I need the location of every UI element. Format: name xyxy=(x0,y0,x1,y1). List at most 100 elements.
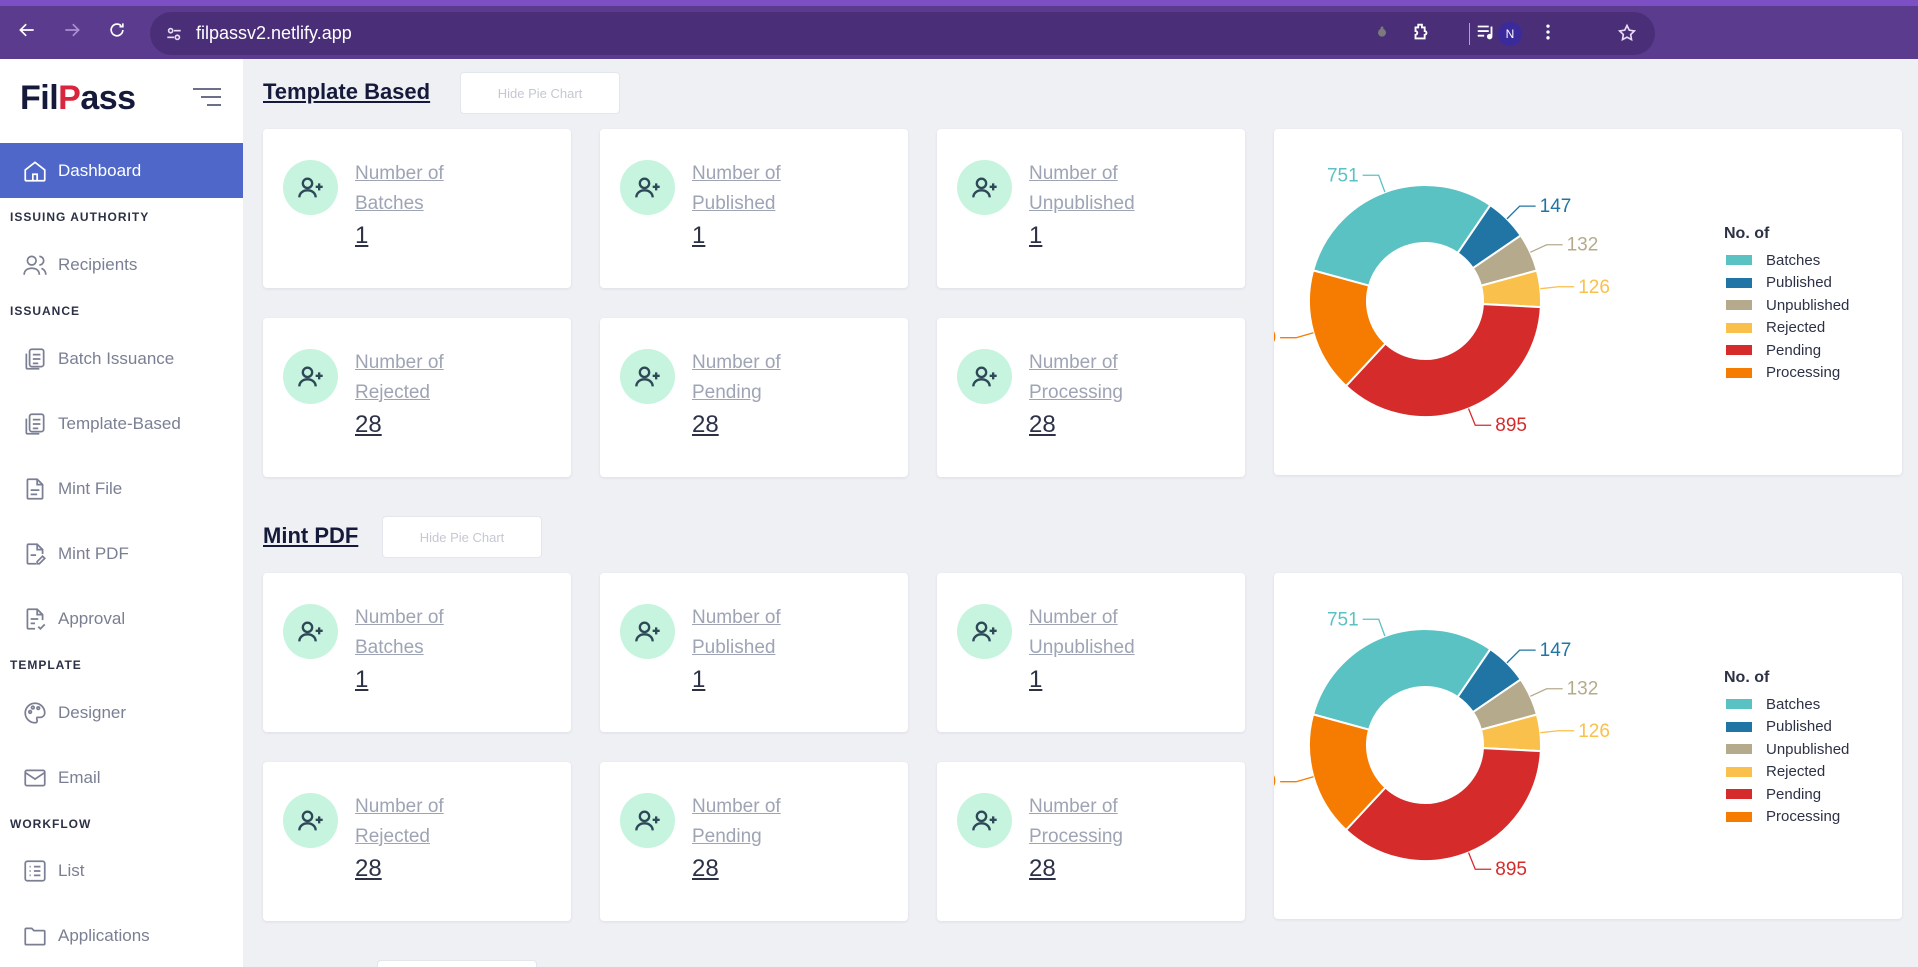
legend-item[interactable]: Unpublished xyxy=(1724,738,1849,761)
stat-value[interactable]: 1 xyxy=(355,666,368,694)
reload-icon[interactable] xyxy=(99,12,135,48)
legend-item[interactable]: Published xyxy=(1724,272,1849,295)
legend-item[interactable]: Published xyxy=(1724,716,1849,739)
stat-label[interactable]: Number of Pending xyxy=(692,348,892,408)
stat-label-line2: Processing xyxy=(1029,382,1123,403)
stat-value[interactable]: 1 xyxy=(1029,666,1042,694)
sidebar-item-label: List xyxy=(58,860,85,880)
bookmark-star-icon[interactable] xyxy=(1617,23,1637,43)
stat-card: Number of Pending 28 xyxy=(600,318,908,477)
section-label-template: TEMPLATE xyxy=(10,658,82,672)
hide-pie-chart-button[interactable]: Hide Pie Chart xyxy=(460,72,620,114)
stat-value[interactable]: 28 xyxy=(692,855,719,883)
hide-pie-chart-button-next[interactable] xyxy=(377,960,537,967)
stat-value[interactable]: 1 xyxy=(355,222,368,250)
user-plus-icon xyxy=(283,604,338,659)
stat-value[interactable]: 1 xyxy=(692,222,705,250)
stat-card: Number of Batches 1 xyxy=(263,573,571,732)
stat-value[interactable]: 28 xyxy=(355,411,382,439)
url-text[interactable]: filpassv2.netlify.app xyxy=(196,23,352,44)
pie-slice-batches[interactable] xyxy=(1311,628,1492,731)
more-menu-icon[interactable] xyxy=(1536,20,1560,44)
stat-label[interactable]: Number of Unpublished xyxy=(1029,159,1229,219)
stat-card: Number of Batches 1 xyxy=(263,129,571,288)
legend-title: No. of xyxy=(1724,669,1770,686)
stat-card: Number of Unpublished 1 xyxy=(937,129,1245,288)
stat-label[interactable]: Number of Published xyxy=(692,603,892,663)
legend-item[interactable]: Unpublished xyxy=(1724,294,1849,317)
sidebar-item-template-based[interactable]: Template-Based xyxy=(0,396,243,451)
stat-value[interactable]: 28 xyxy=(355,855,382,883)
pie-slice-pending[interactable] xyxy=(1344,303,1542,418)
data-label-pending: 895 xyxy=(1495,859,1527,880)
section-label-issuance: ISSUANCE xyxy=(10,304,81,318)
documents-icon xyxy=(25,412,45,435)
stat-label-line1: Number of xyxy=(355,163,444,184)
pie-slice-batches[interactable] xyxy=(1311,184,1492,287)
pie-slice-pending[interactable] xyxy=(1344,747,1542,862)
profile-avatar[interactable]: N xyxy=(1498,22,1522,46)
stat-value[interactable]: 28 xyxy=(1029,855,1056,883)
stat-label[interactable]: Number of Batches xyxy=(355,159,555,219)
sidebar-item-label: Dashboard xyxy=(58,160,142,180)
site-settings-icon[interactable] xyxy=(164,24,184,44)
leader-line xyxy=(1530,244,1563,253)
sidebar-item-mint-file[interactable]: Mint File xyxy=(0,461,243,516)
legend-item[interactable]: Pending xyxy=(1724,339,1849,362)
stat-card: Number of Published 1 xyxy=(600,129,908,288)
sidebar-item-recipients[interactable]: Recipients xyxy=(0,237,243,292)
stat-label[interactable]: Number of Published xyxy=(692,159,892,219)
user-plus-icon xyxy=(620,793,675,848)
legend-item[interactable]: Rejected xyxy=(1724,761,1849,784)
chart-legend: No. of Batches Published Unpublished Rejecte… xyxy=(1724,669,1849,828)
stat-label[interactable]: Number of Rejected xyxy=(355,792,555,852)
legend-item[interactable]: Batches xyxy=(1724,693,1849,716)
filpass-logo[interactable]: FilPass xyxy=(20,79,136,118)
stat-card: Number of Processing 28 xyxy=(937,318,1245,477)
legend-item[interactable]: Processing xyxy=(1724,362,1849,385)
legend-swatch xyxy=(1726,699,1752,710)
menu-toggle-icon[interactable] xyxy=(192,86,222,108)
stat-label[interactable]: Number of Processing xyxy=(1029,348,1229,408)
extensions-icon[interactable] xyxy=(1409,20,1433,44)
legend-label: Published xyxy=(1766,274,1832,292)
stat-label[interactable]: Number of Rejected xyxy=(355,348,555,408)
stat-label[interactable]: Number of Pending xyxy=(692,792,892,852)
stat-value[interactable]: 1 xyxy=(1029,222,1042,250)
stat-label[interactable]: Number of Processing xyxy=(1029,792,1229,852)
data-label-published: 147 xyxy=(1540,640,1572,661)
user-plus-icon xyxy=(620,160,675,215)
stat-label[interactable]: Number of Unpublished xyxy=(1029,603,1229,663)
sidebar-item-dashboard[interactable]: Dashboard xyxy=(0,143,243,198)
legend-item[interactable]: Pending xyxy=(1724,783,1849,806)
sidebar-item-email[interactable]: Email xyxy=(0,750,243,805)
stat-label-line1: Number of xyxy=(1029,352,1118,373)
stat-label-line1: Number of xyxy=(355,796,444,817)
sidebar-item-applications[interactable]: Applications xyxy=(0,908,243,963)
hide-pie-chart-button[interactable]: Hide Pie Chart xyxy=(382,516,542,558)
chart-legend: No. of Batches Published Unpublished Rejecte… xyxy=(1724,225,1849,384)
stat-value[interactable]: 28 xyxy=(692,411,719,439)
sidebar-item-label: Template-Based xyxy=(58,413,181,433)
sidebar-item-batch-issuance[interactable]: Batch Issuance xyxy=(0,331,243,386)
sidebar-item-label: Approval xyxy=(58,608,126,628)
media-control-icon[interactable] xyxy=(1474,20,1498,44)
stat-value[interactable]: 28 xyxy=(1029,411,1056,439)
sidebar-item-mint-pdf[interactable]: Mint PDF xyxy=(0,526,243,581)
stat-label[interactable]: Number of Batches xyxy=(355,603,555,663)
section-title[interactable]: Mint PDF xyxy=(263,523,358,549)
extension-status-icon[interactable] xyxy=(1370,20,1394,44)
stat-value[interactable]: 1 xyxy=(692,666,705,694)
forward-icon[interactable] xyxy=(54,12,90,48)
legend-item[interactable]: Processing xyxy=(1724,806,1849,829)
legend-item[interactable]: Rejected xyxy=(1724,317,1849,340)
sidebar-item-approval[interactable]: Approval xyxy=(0,591,243,646)
legend-swatch xyxy=(1726,255,1752,266)
legend-item[interactable]: Batches xyxy=(1724,249,1849,272)
back-icon[interactable] xyxy=(9,12,45,48)
section-title[interactable]: Template Based xyxy=(263,79,430,105)
donut-chart: 751 147 132 126 895 30 xyxy=(1274,609,1610,880)
sidebar-item-designer[interactable]: Designer xyxy=(0,685,243,740)
sidebar-item-list[interactable]: List xyxy=(0,843,243,898)
section-label-workflow: WORKFLOW xyxy=(10,817,92,831)
